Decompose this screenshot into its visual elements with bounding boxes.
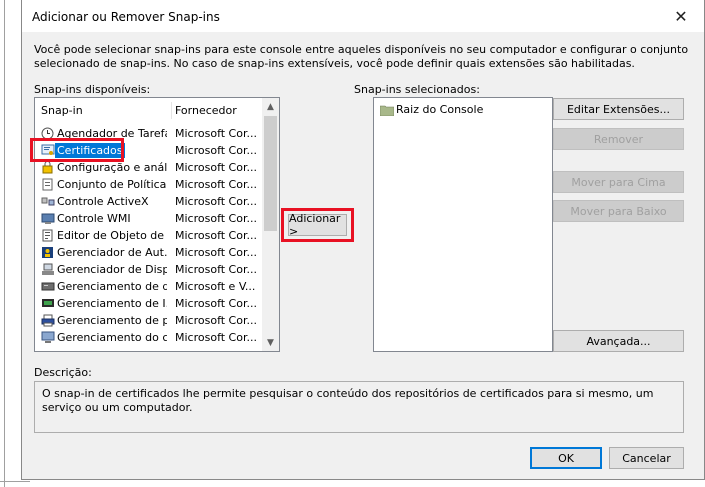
wmi-icon <box>40 211 55 226</box>
list-item[interactable]: Controle WMI Microsoft Cor... <box>35 210 263 227</box>
scroll-up-arrow-icon[interactable]: ▲ <box>262 98 279 115</box>
snapin-vendor: Microsoft Cor... <box>175 127 257 140</box>
list-item[interactable]: Gerenciamento de I... Microsoft Cor... <box>35 295 263 312</box>
snapin-vendor: Microsoft Cor... <box>175 161 257 174</box>
snapin-name: Gerenciador de Aut... <box>57 246 167 259</box>
gpo-editor-icon <box>40 228 55 243</box>
selected-snapins-list[interactable]: Raiz do Console <box>373 97 553 352</box>
available-list-scrollbar[interactable]: ▲ ▼ <box>262 98 279 351</box>
description-label: Descrição: <box>34 366 92 379</box>
scroll-down-arrow-icon[interactable]: ▼ <box>262 334 279 351</box>
ok-button[interactable]: OK <box>530 447 602 469</box>
add-remove-snapins-dialog: Adicionar ou Remover Snap-ins ✕ Você pod… <box>21 0 705 480</box>
security-config-icon <box>40 160 55 175</box>
snapin-vendor: Microsoft Cor... <box>175 331 257 344</box>
available-snapins-label: Snap-ins disponíveis: <box>34 83 151 96</box>
disk-management-icon <box>40 279 55 294</box>
list-item[interactable]: Conjunto de Política... Microsoft Cor... <box>35 176 263 193</box>
list-item[interactable]: Gerenciamento de di... Microsoft e V... <box>35 278 263 295</box>
list-item[interactable]: Gerenciador de Disp... Microsoft Cor... <box>35 261 263 278</box>
authorization-icon <box>40 245 55 260</box>
move-up-button[interactable]: Mover para Cima <box>553 171 684 193</box>
ip-security-icon <box>40 296 55 311</box>
description-box: O snap-in de certificados lhe permite pe… <box>34 381 684 433</box>
snapin-name: Controle WMI <box>57 212 131 225</box>
close-button[interactable]: ✕ <box>658 0 704 32</box>
edit-extensions-button[interactable]: Editar Extensões... <box>553 98 684 120</box>
scrollbar-thumb[interactable] <box>264 116 277 231</box>
activex-icon <box>40 194 55 209</box>
move-down-button[interactable]: Mover para Baixo <box>553 200 684 222</box>
snapin-vendor: Microsoft Cor... <box>175 263 257 276</box>
snapin-name: Configuração e análi... <box>57 161 167 174</box>
list-item[interactable]: Gerenciamento do c... Microsoft Cor... <box>35 329 263 346</box>
computer-management-icon <box>40 330 55 345</box>
close-icon: ✕ <box>674 6 688 26</box>
snapin-name: Gerenciamento de p... <box>57 314 167 327</box>
snapin-vendor: Microsoft Cor... <box>175 246 257 259</box>
snapin-vendor: Microsoft Cor... <box>175 297 257 310</box>
device-manager-icon <box>40 262 55 277</box>
title-bar: Adicionar ou Remover Snap-ins ✕ <box>22 0 704 32</box>
snapin-name: Gerenciamento de di... <box>57 280 167 293</box>
snapin-name: Editor de Objeto de ... <box>57 229 167 242</box>
snapin-name: Gerenciamento do c... <box>57 331 167 344</box>
background-window-edge-left <box>4 0 5 487</box>
selected-snapins-label: Snap-ins selecionados: <box>354 83 480 96</box>
column-divider <box>171 102 172 119</box>
column-header-snapin[interactable]: Snap-in <box>41 104 83 117</box>
dialog-title: Adicionar ou Remover Snap-ins <box>32 10 220 24</box>
remove-button[interactable]: Remover <box>553 128 684 150</box>
policy-icon <box>40 177 55 192</box>
advanced-button[interactable]: Avançada... <box>553 330 684 352</box>
snapin-vendor: Microsoft Cor... <box>175 178 257 191</box>
column-header-vendor[interactable]: Fornecedor <box>175 104 237 117</box>
list-item[interactable]: Controle ActiveX Microsoft Cor... <box>35 193 263 210</box>
snapin-vendor: Microsoft Cor... <box>175 314 257 327</box>
print-management-icon <box>40 313 55 328</box>
list-item[interactable]: Editor de Objeto de ... Microsoft Cor... <box>35 227 263 244</box>
snapin-name: Gerenciamento de I... <box>57 297 167 310</box>
folder-icon <box>379 102 394 117</box>
snapin-vendor: Microsoft Cor... <box>175 212 257 225</box>
snapin-vendor: Microsoft Cor... <box>175 144 257 157</box>
cancel-button[interactable]: Cancelar <box>609 447 684 469</box>
snapin-name: Controle ActiveX <box>57 195 149 208</box>
intro-text: Você pode selecionar snap-ins para este … <box>34 43 689 70</box>
snapin-vendor: Microsoft Cor... <box>175 229 257 242</box>
certificados-highlight-frame <box>30 138 124 162</box>
snapin-vendor: Microsoft e V... <box>175 280 256 293</box>
add-button-highlight-frame <box>281 208 354 242</box>
snapin-name: Conjunto de Política... <box>57 178 167 191</box>
snapin-name: Gerenciador de Disp... <box>57 263 167 276</box>
available-snapins-list[interactable]: Snap-in Fornecedor Agendador de Tarefas M… <box>34 97 280 352</box>
background-window-edge-bottom <box>0 481 30 482</box>
console-root-label: Raiz do Console <box>396 103 484 116</box>
list-item[interactable]: Gerenciamento de p... Microsoft Cor... <box>35 312 263 329</box>
list-item[interactable]: Gerenciador de Aut... Microsoft Cor... <box>35 244 263 261</box>
snapin-vendor: Microsoft Cor... <box>175 195 257 208</box>
